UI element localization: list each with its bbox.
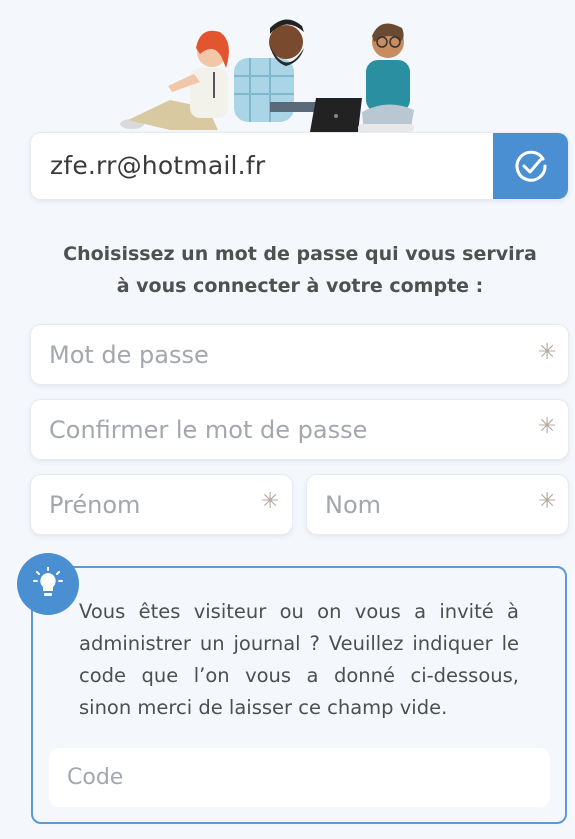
required-asterisk-icon: ✳ — [538, 489, 557, 514]
confirm-password-input[interactable] — [31, 400, 568, 459]
password-input[interactable] — [31, 325, 568, 384]
lightbulb-badge — [17, 553, 79, 615]
firstname-input[interactable] — [31, 475, 292, 534]
people-illustration — [120, 19, 414, 134]
email-field[interactable]: zfe.rr@hotmail.fr — [31, 133, 568, 199]
password-instruction: Choisissez un mot de passe qui vous serv… — [40, 238, 560, 302]
glasses-man-figure — [358, 23, 414, 134]
required-asterisk-icon: ✳ — [261, 489, 280, 514]
required-asterisk-icon: ✳ — [538, 414, 557, 439]
email-value: zfe.rr@hotmail.fr — [50, 151, 266, 180]
instruction-line-1: Choisissez un mot de passe qui vous serv… — [63, 243, 537, 265]
lightbulb-icon — [33, 567, 63, 596]
invitation-code-input[interactable] — [49, 748, 550, 807]
instruction-line-2: à vous connecter à votre compte : — [116, 275, 484, 297]
check-circle-icon — [515, 150, 547, 182]
required-asterisk-icon: ✳ — [538, 340, 557, 365]
man-figure — [234, 19, 362, 132]
lastname-input[interactable] — [307, 475, 568, 534]
invitation-code-help: Vous êtes visiteur ou on vous a invité à… — [79, 600, 519, 719]
woman-figure — [120, 30, 229, 130]
verify-email-button[interactable] — [493, 133, 568, 199]
